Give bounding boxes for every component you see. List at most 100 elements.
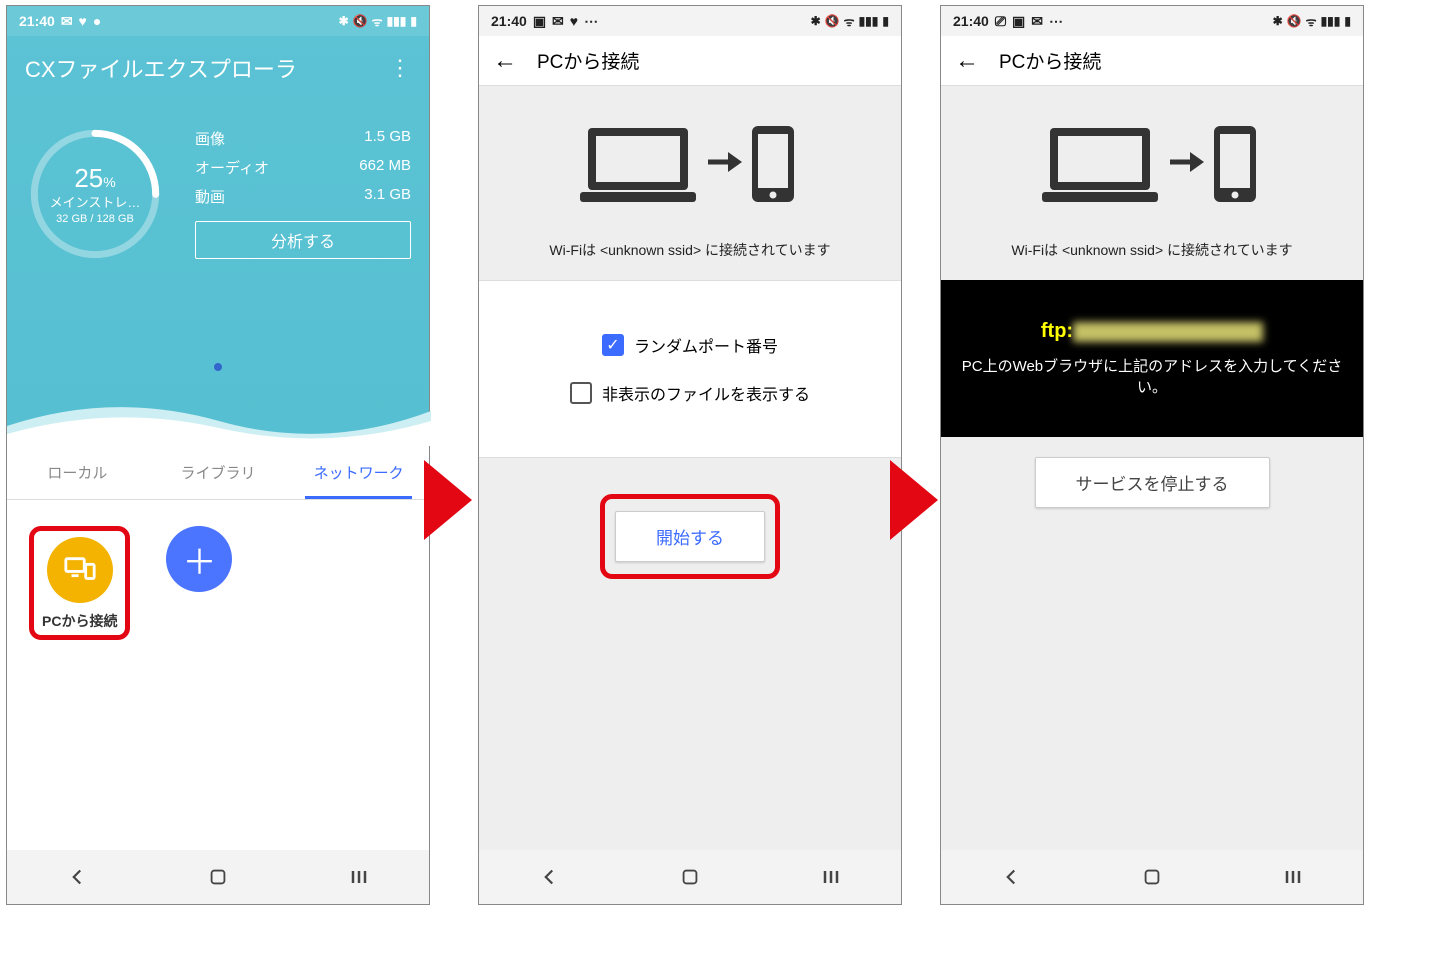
checkbox-empty-icon [570,382,592,404]
page-header: ← PCから接続 [941,36,1363,86]
option-label: 非表示のファイルを表示する [602,381,810,405]
battery-icon: ▮ [1344,14,1351,28]
highlight-start-button: 開始する [600,494,780,579]
wifi-status-text: Wi-Fiは <unknown ssid> に接続されています [941,240,1363,260]
nav-home[interactable] [670,857,710,897]
connection-graphic-panel: Wi-Fiは <unknown ssid> に接続されています [941,86,1363,280]
broadcast-icon: ⎚ [995,13,1006,30]
nav-recent[interactable] [1273,857,1313,897]
stop-service-button[interactable]: サービスを停止する [1035,457,1270,508]
arrow-right-icon [424,460,472,540]
start-button[interactable]: 開始する [615,511,765,562]
back-button[interactable]: ← [493,47,517,75]
heart-icon: ♥ [570,13,578,29]
page-title: PCから接続 [999,47,1101,74]
more-menu-icon[interactable]: ⋮ [389,63,411,73]
devices-icon [63,553,97,587]
wifi-icon: ᯤ [1306,13,1317,30]
action-area: 開始する [479,458,901,904]
mute-icon: 🔇 [825,14,840,28]
back-button[interactable]: ← [955,47,979,75]
wifi-icon: ᯤ [844,13,855,30]
storage-gauge[interactable]: 25% メインストレ… 32 GB / 128 GB [25,124,165,264]
screen-2: 21:40 ▣ ✉ ♥ ⋯ ✱ 🔇 ᯤ ▮▮▮ ▮ ← PCから接続 [478,5,902,905]
tab-library[interactable]: ライブラリ [148,446,289,499]
add-button[interactable]: ＋ [166,526,232,592]
screen-3: 21:40 ⎚ ▣ ✉ ⋯ ✱ 🔇 ᯤ ▮▮▮ ▮ ← PCから接続 [940,5,1364,905]
stat-audio-value: 662 MB [359,157,411,178]
image-icon: ▣ [1012,13,1025,30]
mail-icon: ✉ [1031,13,1043,30]
heart-icon: ♥ [79,13,87,29]
pc-connect-label: PCから接続 [42,611,117,631]
signal-icon: ▮▮▮ [859,14,879,28]
bluetooth-icon: ✱ [1273,14,1283,28]
signal-icon: ▮▮▮ [387,14,407,28]
stat-video-label: 動画 [195,186,225,207]
tab-bar: ローカル ライブラリ ネットワーク [7,446,429,500]
ftp-address-redacted [1073,322,1263,342]
nav-home[interactable] [1132,857,1172,897]
storage-percent: 25 [74,163,103,193]
pc-to-phone-icon [580,122,800,210]
stat-audio-label: オーディオ [195,157,269,178]
wifi-status-text: Wi-Fiは <unknown ssid> に接続されています [479,240,901,260]
storage-label: メインストレ… [50,195,141,212]
highlight-pc-connect: PCから接続 [29,526,130,640]
bluetooth-icon: ✱ [811,14,821,28]
nav-bar [479,850,901,904]
checkbox-checked-icon: ✓ [602,334,624,356]
pc-connect-button[interactable] [47,537,113,603]
analyze-button[interactable]: 分析する [195,221,411,259]
status-time: 21:40 [491,13,527,29]
header-panel: 21:40 ✉ ♥ ● ✱ 🔇 ᯤ ▮▮▮ ▮ CXファイルエクスプローラ ⋮ [7,6,429,446]
ftp-hint-text: PC上のWebブラウザに上記のアドレスを入力してください。 [955,355,1349,397]
signal-icon: ▮▮▮ [1321,14,1341,28]
arrow-right-icon [890,460,938,540]
option-show-hidden[interactable]: 非表示のファイルを表示する [479,369,901,417]
nav-back[interactable] [529,857,569,897]
wifi-icon: ᯤ [372,13,383,30]
mute-icon: 🔇 [353,14,368,28]
option-label: ランダムポート番号 [634,333,778,357]
nav-home[interactable] [198,857,238,897]
bluetooth-icon: ✱ [339,14,349,28]
ftp-address-panel: ftp: PC上のWebブラウザに上記のアドレスを入力してください。 [941,280,1363,437]
wave-decoration [7,386,431,446]
status-bar: 21:40 ▣ ✉ ♥ ⋯ ✱ 🔇 ᯤ ▮▮▮ ▮ [479,6,901,36]
plus-icon: ＋ [182,535,216,584]
nav-bar [941,850,1363,904]
connection-graphic-panel: Wi-Fiは <unknown ssid> に接続されています [479,86,901,281]
action-area: サービスを停止する [941,437,1363,904]
status-bar: 21:40 ✉ ♥ ● ✱ 🔇 ᯤ ▮▮▮ ▮ [7,6,429,36]
storage-capacity: 32 GB / 128 GB [56,212,134,226]
nav-bar [7,850,429,904]
mute-icon: 🔇 [1287,14,1302,28]
nav-back[interactable] [57,857,97,897]
ftp-prefix: ftp: [1041,320,1073,342]
ftp-address: ftp: [955,320,1349,343]
stat-image-label: 画像 [195,128,225,149]
status-bar: 21:40 ⎚ ▣ ✉ ⋯ ✱ 🔇 ᯤ ▮▮▮ ▮ [941,6,1363,36]
battery-icon: ▮ [410,14,417,28]
stat-image-value: 1.5 GB [364,128,411,149]
pc-to-phone-icon [1042,122,1262,210]
image-icon: ▣ [533,13,546,30]
page-title: PCから接続 [537,47,639,74]
chat-icon: ● [93,13,101,29]
battery-icon: ▮ [882,14,889,28]
screen-1: 21:40 ✉ ♥ ● ✱ 🔇 ᯤ ▮▮▮ ▮ CXファイルエクスプローラ ⋮ [6,5,430,905]
tab-local[interactable]: ローカル [7,446,148,499]
tab-network[interactable]: ネットワーク [288,446,429,499]
page-header: ← PCから接続 [479,36,901,86]
more-notifications: ⋯ [584,13,598,30]
more-notifications: ⋯ [1049,13,1063,30]
status-time: 21:40 [19,13,55,29]
mail-icon: ✉ [552,13,564,30]
nav-recent[interactable] [811,857,851,897]
option-random-port[interactable]: ✓ ランダムポート番号 [479,321,901,369]
options-panel: ✓ ランダムポート番号 非表示のファイルを表示する [479,281,901,458]
stat-video-value: 3.1 GB [364,186,411,207]
nav-recent[interactable] [339,857,379,897]
nav-back[interactable] [991,857,1031,897]
